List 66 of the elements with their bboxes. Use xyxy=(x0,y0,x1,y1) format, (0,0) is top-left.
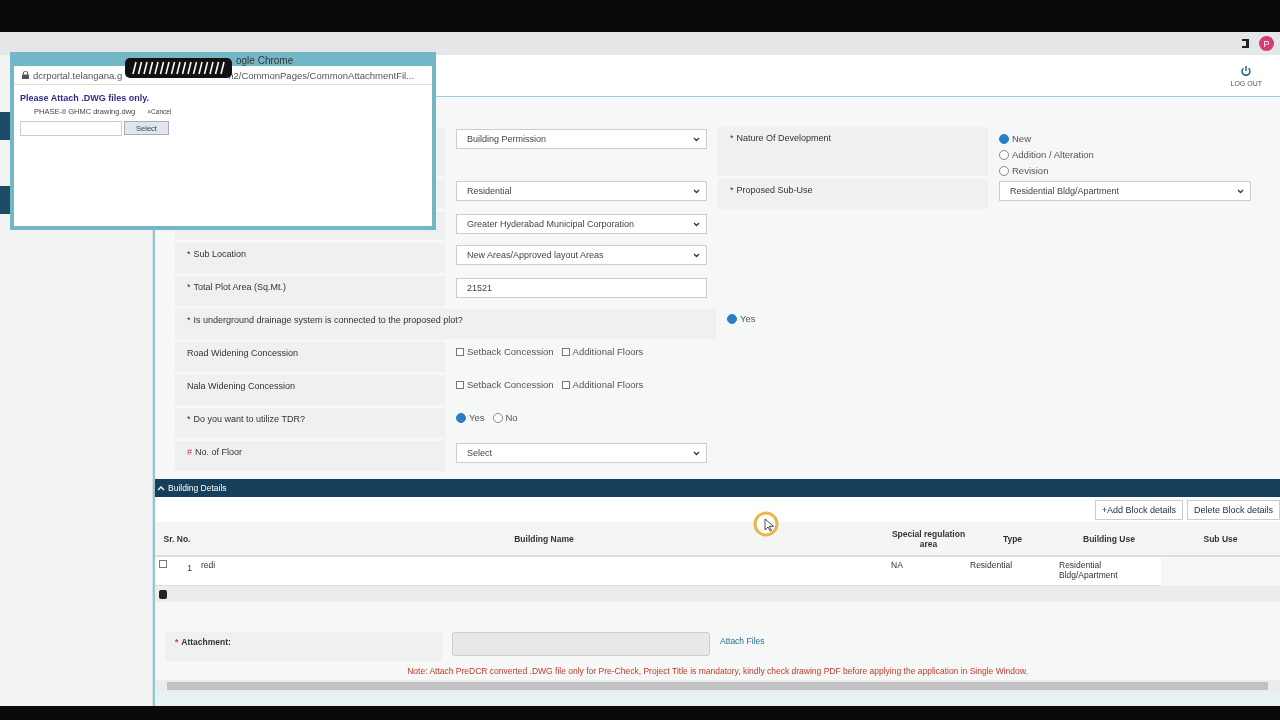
lock-icon xyxy=(22,71,29,79)
caret-icon xyxy=(693,450,700,456)
block-button[interactable]: +Add Block details xyxy=(1094,500,1183,520)
table-cell: Residential xyxy=(970,560,1013,570)
field-label: * Is underground drainage system is connected to the proposed plot? xyxy=(175,309,716,339)
table-cell: redi xyxy=(201,560,216,570)
row-checkbox[interactable] xyxy=(159,560,167,568)
checkbox[interactable] xyxy=(456,380,464,389)
field-label: * Sub Location xyxy=(175,243,445,273)
field-label: # No. of Floor xyxy=(175,441,445,471)
popup-heading: Please Attach .DWG files only. xyxy=(20,93,151,103)
radio-button[interactable] xyxy=(999,133,1009,144)
radio-button[interactable] xyxy=(999,149,1009,160)
power-icon xyxy=(1240,64,1253,77)
select-field[interactable]: Residential Bldg/Apartment xyxy=(999,181,1251,201)
option-label: Additional Floors xyxy=(572,379,644,390)
radio-button[interactable] xyxy=(456,412,466,423)
attach-files-link[interactable]: Attach Files xyxy=(720,632,920,646)
option-label: Addition / Alteration xyxy=(1012,149,1094,160)
profile-avatar[interactable]: P xyxy=(1259,36,1274,51)
url-text: dcrportal.telangana.g xyxy=(33,69,123,81)
caret-icon xyxy=(1237,188,1244,194)
field-label: * Nature Of Development xyxy=(718,127,988,176)
text-field[interactable]: 21521 xyxy=(456,278,707,298)
select-field[interactable]: Select xyxy=(456,443,707,463)
field-label: * Do you want to utilize TDR? xyxy=(175,408,445,438)
table-cell: NA xyxy=(891,560,903,570)
radio-button[interactable] xyxy=(492,412,503,423)
select-field[interactable]: New Areas/Approved layout Areas xyxy=(456,245,707,265)
table-cell: Residential Bldg/Apartment xyxy=(1059,560,1118,580)
checkbox[interactable] xyxy=(456,347,464,356)
url-text: n2/CommonPages/CommonAttachmentFil... xyxy=(228,69,415,81)
option-label: Additional Floors xyxy=(572,346,644,357)
block-button[interactable]: Delete Block details xyxy=(1186,500,1280,520)
attachment-field[interactable] xyxy=(452,632,710,656)
field-label: Nala Widening Concession xyxy=(175,375,445,405)
field-label: * Attachment: xyxy=(165,632,442,661)
option-label: Setback Concession xyxy=(467,379,554,390)
extension-icon[interactable] xyxy=(1242,39,1249,48)
checkbox[interactable] xyxy=(561,347,570,356)
field-label: Road Widening Concession xyxy=(175,342,445,372)
select-field[interactable]: Building Permission xyxy=(456,129,707,149)
option-label: Yes xyxy=(469,412,485,423)
section-header[interactable]: Building Details xyxy=(155,479,1280,497)
caret-icon xyxy=(693,252,700,258)
caret-icon xyxy=(693,221,700,227)
note-text: Note: Attach PreDCR converted .DWG file only for Pre-Check, Project Title is mandatory, kindly check drawing PDF before applying the application in Single Window. xyxy=(406,666,1029,676)
option-label: New xyxy=(1012,133,1031,144)
file-field[interactable] xyxy=(20,121,122,136)
horizontal-scrollbar[interactable] xyxy=(155,680,1280,691)
select-field[interactable]: Residential xyxy=(456,181,707,201)
radio-button[interactable] xyxy=(727,313,737,324)
field-label: * Total Plot Area (Sq.Mt.) xyxy=(175,276,445,306)
window-title: ogle Chrome xyxy=(236,56,294,66)
caret-icon xyxy=(693,136,700,142)
checkbox[interactable] xyxy=(561,380,570,389)
select-field[interactable]: Greater Hyderabad Municipal Corporation xyxy=(456,214,707,234)
radio-button[interactable] xyxy=(999,165,1009,176)
table-cell-text: 1 xyxy=(187,562,192,573)
option-label: Yes xyxy=(740,313,756,324)
field-label: * Proposed Sub-Use xyxy=(718,179,988,209)
option-label: Revision xyxy=(1012,165,1049,176)
chevron-up-icon xyxy=(157,485,165,491)
caret-icon xyxy=(693,188,700,194)
option-label: Setback Concession xyxy=(467,346,554,357)
option-label: No xyxy=(505,412,518,423)
